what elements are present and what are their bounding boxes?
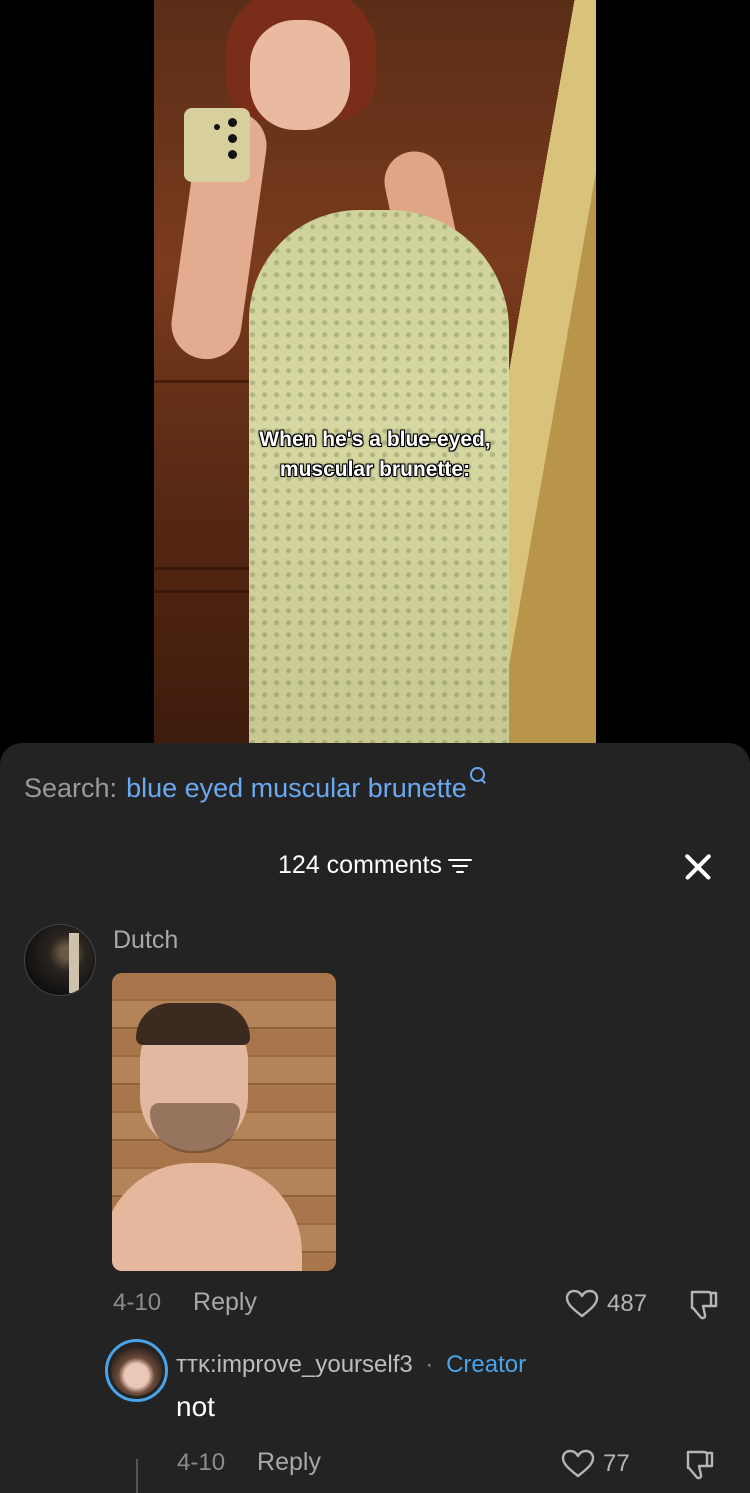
phone-in-video — [184, 108, 250, 182]
comment-image[interactable] — [112, 973, 336, 1271]
comment-meta: 4-10 Reply — [113, 1288, 257, 1317]
reply-meta: 4-10 Reply — [177, 1448, 321, 1477]
like-button[interactable]: 487 — [565, 1289, 647, 1319]
creator-badge: Creator — [446, 1351, 527, 1378]
like-count: 487 — [607, 1290, 648, 1317]
photo-person-hair — [136, 1003, 250, 1045]
dislike-icon[interactable] — [684, 1288, 718, 1322]
comment-date: 4-10 — [113, 1288, 162, 1316]
reply-button[interactable]: Reply — [257, 1448, 321, 1477]
close-icon[interactable] — [680, 849, 716, 885]
reply-author-row: ᴛᴛᴋ:improve_yourself3 · Creator — [176, 1351, 526, 1379]
video-caption-line: muscular brunette: — [279, 458, 471, 481]
search-prefix: Search: — [24, 773, 118, 803]
dislike-icon[interactable] — [680, 1448, 714, 1482]
search-suggestion[interactable]: Search: blue eyed muscular brunette — [24, 767, 488, 804]
like-button[interactable]: 77 — [561, 1449, 630, 1479]
reply-author[interactable]: ᴛᴛᴋ:improve_yourself3 — [176, 1351, 413, 1378]
photo-person-body — [112, 1163, 302, 1271]
video-person-face — [250, 20, 350, 130]
search-icon — [469, 767, 488, 785]
comments-count: 124 comments — [278, 851, 442, 879]
video-caption: When he's a blue-eyed, muscular brunette… — [0, 425, 750, 485]
heart-icon — [565, 1289, 599, 1318]
filter-icon[interactable] — [447, 857, 472, 875]
search-term-link[interactable]: blue eyed muscular brunette — [126, 773, 467, 804]
separator-dot: · — [425, 1351, 434, 1378]
heart-icon — [561, 1449, 595, 1478]
comments-sheet: Search: blue eyed muscular brunette 124 … — [0, 743, 750, 1493]
comment-author[interactable]: Dutch — [113, 926, 178, 955]
reply-text: not — [176, 1391, 215, 1422]
comments-header: 124 comments — [0, 851, 750, 880]
avatar-image — [111, 1345, 162, 1396]
video-frame — [154, 0, 596, 760]
photo-person-beard — [150, 1103, 240, 1153]
reply-button[interactable]: Reply — [193, 1288, 257, 1317]
avatar[interactable] — [24, 924, 96, 996]
like-count: 77 — [603, 1450, 630, 1477]
reply-date: 4-10 — [177, 1448, 226, 1476]
video-person-dress — [249, 210, 509, 760]
avatar[interactable] — [105, 1339, 168, 1402]
video-caption-line: When he's a blue-eyed, — [259, 428, 491, 451]
thread-line — [136, 1459, 138, 1493]
video-player[interactable]: When he's a blue-eyed, muscular brunette… — [0, 0, 750, 760]
door-panel — [154, 590, 264, 760]
